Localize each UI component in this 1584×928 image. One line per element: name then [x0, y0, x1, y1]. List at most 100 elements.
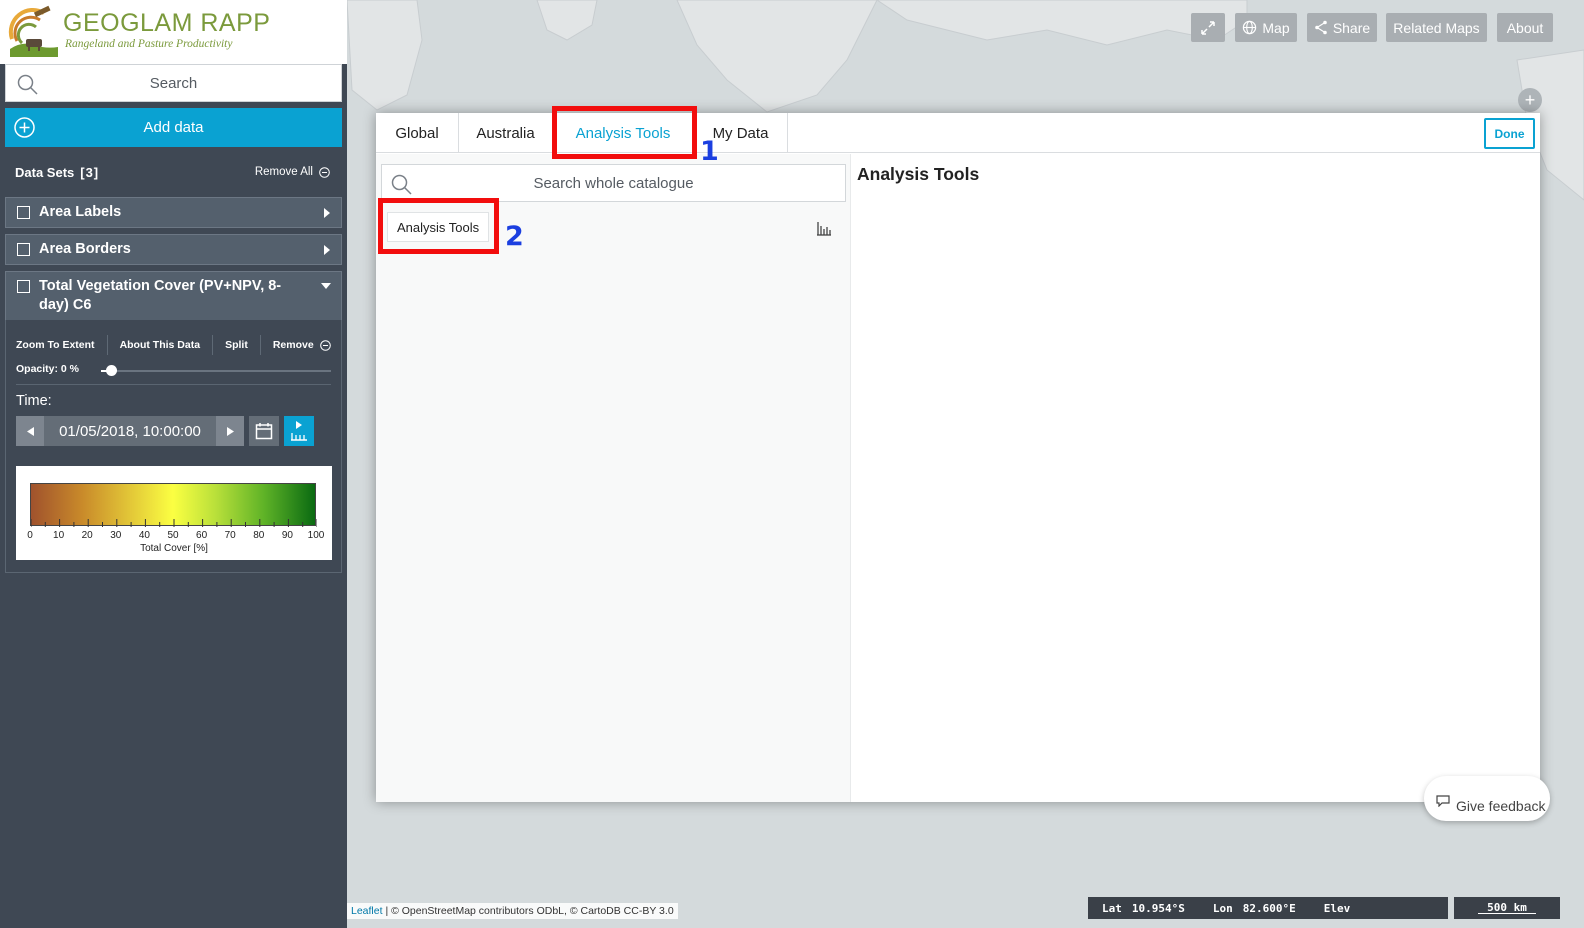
calendar-icon	[255, 423, 273, 440]
legend-tick-marks	[31, 519, 317, 527]
brand-subtitle: Rangeland and Pasture Productivity	[65, 38, 233, 50]
remove-link[interactable]: Remove	[273, 339, 331, 351]
share-icon	[1315, 20, 1327, 35]
legend-tick: 70	[224, 530, 236, 541]
legend-tick: 100	[307, 530, 325, 541]
sidebar-search-input[interactable]: Search	[5, 64, 342, 102]
annotation-box-item	[378, 198, 499, 254]
opacity-slider-track[interactable]	[101, 370, 331, 372]
add-data-button[interactable]: Add data	[5, 108, 342, 147]
split-link[interactable]: Split	[225, 339, 248, 351]
divider	[212, 335, 214, 355]
dataset-checkbox[interactable]	[17, 243, 30, 256]
plus-circle-icon	[14, 117, 35, 138]
share-button[interactable]: Share	[1307, 13, 1377, 42]
minus-circle-icon	[319, 166, 330, 178]
time-label: Time:	[16, 393, 52, 409]
chevron-down-icon[interactable]	[321, 283, 331, 290]
legend-tick: 60	[196, 530, 208, 541]
datasets-count: [3]	[80, 165, 100, 180]
detail-title: Analysis Tools	[857, 164, 980, 184]
timeline-play-button[interactable]	[284, 416, 314, 446]
chat-bubble-icon	[1436, 795, 1450, 807]
time-selector: 01/05/2018, 10:00:00	[16, 416, 244, 446]
legend-caption: Total Cover [%]	[140, 543, 208, 554]
lon-label: Lon	[1212, 901, 1233, 915]
annotation-box-tab	[552, 106, 697, 159]
done-button[interactable]: Done	[1484, 118, 1535, 149]
opacity-slider-thumb[interactable]	[106, 365, 117, 376]
zoom-to-extent-link[interactable]: Zoom To Extent	[16, 339, 95, 351]
leaflet-link[interactable]: Leaflet	[351, 905, 383, 917]
dataset-row-area-labels[interactable]: Area Labels	[5, 197, 342, 228]
opacity-label: Opacity: 0 %	[16, 363, 80, 375]
chart-icon[interactable]	[816, 220, 832, 236]
related-maps-label: Related Maps	[1393, 19, 1480, 36]
previous-time-button[interactable]	[16, 416, 44, 446]
zoom-in-button[interactable]: +	[1518, 88, 1542, 112]
dataset-label: Area Borders	[39, 241, 131, 257]
fullscreen-button[interactable]	[1191, 13, 1225, 42]
about-this-data-link[interactable]: About This Data	[120, 339, 201, 351]
tab-australia[interactable]: Australia	[459, 113, 553, 153]
location-readout: Lat 10.954°S Lon 82.600°E Elev	[1088, 897, 1448, 919]
legend: 0 10 20 30 40 50 60 70 80 90 100 Total C…	[16, 466, 332, 560]
legend-color-ramp	[30, 483, 317, 527]
add-data-label: Add data	[143, 119, 204, 136]
chevron-right-icon[interactable]	[323, 245, 331, 255]
divider	[106, 335, 108, 355]
timeline-icon	[291, 421, 307, 441]
chevron-right-icon[interactable]	[323, 208, 331, 218]
scale-bar	[1478, 913, 1536, 914]
data-catalogue-modal: Global Australia Analysis Tools My Data …	[376, 113, 1540, 802]
give-feedback-button[interactable]: Give feedback	[1424, 776, 1550, 821]
map-attribution: Leaflet | © OpenStreetMap contributors O…	[347, 903, 678, 919]
remove-all-button[interactable]: Remove All	[255, 166, 330, 178]
catalogue-tab-bar: Global Australia Analysis Tools My Data …	[376, 113, 1540, 153]
dataset-row-total-vegetation-cover[interactable]: Total Vegetation Cover (PV+NPV, 8-day) C…	[5, 271, 342, 321]
divider	[259, 335, 261, 355]
minus-circle-icon	[319, 339, 331, 351]
dataset-label: Total Vegetation Cover (PV+NPV, 8-day) C…	[39, 278, 282, 313]
geoglam-logo-icon	[8, 5, 58, 57]
search-icon	[17, 74, 38, 95]
legend-tick: 80	[253, 530, 265, 541]
share-button-label: Share	[1332, 19, 1371, 36]
attribution-text: | © OpenStreetMap contributors ODbL, © C…	[382, 905, 674, 917]
legend-tick: 50	[167, 530, 179, 541]
search-icon	[391, 174, 412, 195]
dataset-checkbox[interactable]	[17, 206, 30, 219]
legend-tick: 90	[281, 530, 293, 541]
time-value[interactable]: 01/05/2018, 10:00:00	[44, 423, 216, 440]
legend-tick: 40	[138, 530, 150, 541]
catalogue-search-placeholder: Search whole catalogue	[533, 174, 694, 192]
sidebar: GEOGLAM RAPP Rangeland and Pasture Produ…	[0, 0, 347, 928]
calendar-button[interactable]	[249, 416, 279, 446]
next-time-button[interactable]	[216, 416, 244, 446]
sidebar-search-placeholder: Search	[149, 74, 198, 92]
lon-value: 82.600°E	[1242, 901, 1296, 915]
remove-label: Remove	[272, 339, 314, 351]
expand-icon	[1201, 20, 1215, 35]
lat-value: 10.954°S	[1131, 901, 1185, 915]
legend-tick: 10	[53, 530, 65, 541]
distance-scale: 500 km	[1454, 897, 1560, 919]
dataset-row-area-borders[interactable]: Area Borders	[5, 234, 342, 265]
tab-global[interactable]: Global	[376, 113, 459, 153]
dataset-details-panel: Zoom To Extent About This Data Split Rem…	[5, 320, 342, 573]
legend-tick: 30	[110, 530, 122, 541]
catalogue-search-input[interactable]: Search whole catalogue	[381, 164, 846, 202]
legend-tick-labels: 0 10 20 30 40 50 60 70 80 90 100	[27, 530, 324, 544]
related-maps-button[interactable]: Related Maps	[1386, 13, 1487, 42]
about-button[interactable]: About	[1497, 13, 1553, 42]
map-button-label: Map	[1262, 19, 1290, 36]
map-settings-button[interactable]: Map	[1235, 13, 1297, 42]
datasets-label: Data Sets	[15, 165, 75, 180]
dataset-checkbox[interactable]	[17, 280, 30, 293]
divider	[16, 384, 331, 385]
annotation-number-2: 2	[505, 221, 524, 252]
remove-all-label: Remove All	[254, 166, 313, 178]
caret-right-icon	[226, 426, 234, 436]
about-label: About	[1506, 19, 1544, 36]
brand-header[interactable]: GEOGLAM RAPP Rangeland and Pasture Produ…	[0, 0, 347, 64]
